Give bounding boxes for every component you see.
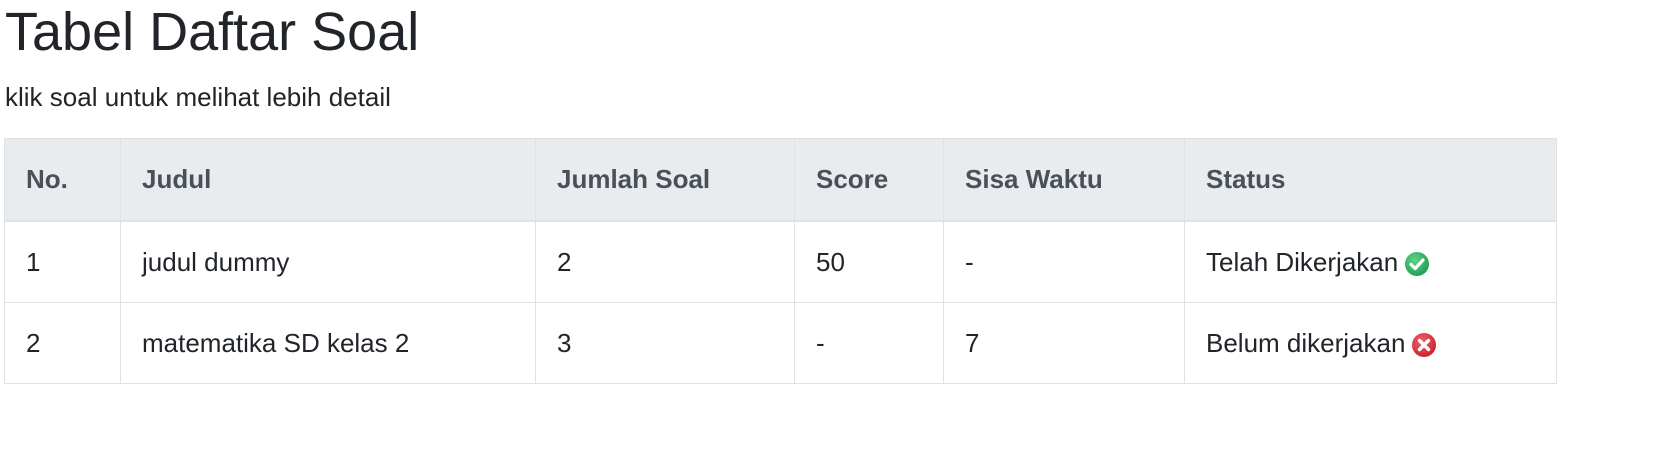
cell-status: Telah Dikerjakan xyxy=(1184,220,1557,303)
header-score: Score xyxy=(794,138,944,222)
header-judul: Judul xyxy=(120,138,536,222)
cell-sisa-waktu: - xyxy=(943,220,1185,303)
page-title: Tabel Daftar Soal xyxy=(5,2,420,62)
table-header: No. Judul Jumlah Soal Score Sisa Waktu S… xyxy=(4,138,1557,222)
cell-jumlah-soal: 3 xyxy=(535,302,795,384)
cell-score: 50 xyxy=(794,220,944,303)
cell-judul[interactable]: matematika SD kelas 2 xyxy=(120,302,536,384)
table-row[interactable]: 2 matematika SD kelas 2 3 - 7 Belum dike… xyxy=(4,302,1557,384)
cell-jumlah-soal: 2 xyxy=(535,220,795,303)
table-header-row: No. Judul Jumlah Soal Score Sisa Waktu S… xyxy=(4,138,1557,222)
cell-no: 2 xyxy=(4,302,121,384)
cell-judul[interactable]: judul dummy xyxy=(120,220,536,303)
header-sisa-waktu: Sisa Waktu xyxy=(943,138,1185,222)
header-jumlah-soal: Jumlah Soal xyxy=(535,138,795,222)
cell-no: 1 xyxy=(4,220,121,303)
cell-status: Belum dikerjakan xyxy=(1184,302,1557,384)
header-no: No. xyxy=(4,138,121,222)
page-subtitle: klik soal untuk melihat lebih detail xyxy=(5,82,391,112)
header-status: Status xyxy=(1184,138,1557,222)
table-body: 1 judul dummy 2 50 - Telah Dikerjakan 2 … xyxy=(4,220,1557,384)
table-row[interactable]: 1 judul dummy 2 50 - Telah Dikerjakan xyxy=(4,220,1557,303)
status-label: Telah Dikerjakan xyxy=(1206,246,1399,277)
soal-table: No. Judul Jumlah Soal Score Sisa Waktu S… xyxy=(4,138,1557,384)
x-circle-icon xyxy=(1412,332,1437,357)
cell-sisa-waktu: 7 xyxy=(943,302,1185,384)
cell-score: - xyxy=(794,302,944,384)
check-circle-icon xyxy=(1405,251,1430,276)
status-label: Belum dikerjakan xyxy=(1206,327,1406,358)
